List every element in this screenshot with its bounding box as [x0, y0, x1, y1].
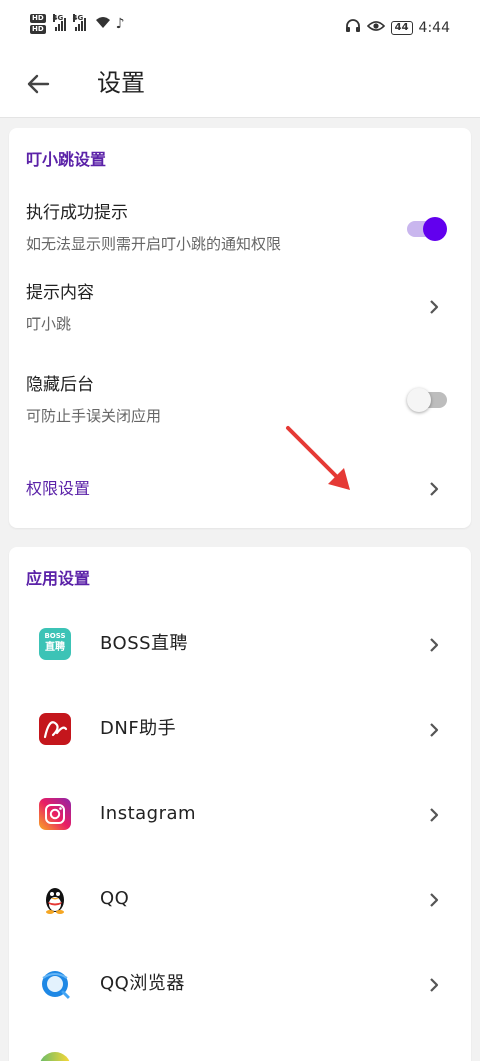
app-row-qq-browser[interactable]: QQ浏览器	[9, 942, 471, 1027]
boss-zhipin-icon: BOSS 直聘	[39, 628, 71, 660]
app-row-instagram[interactable]: Instagram	[9, 772, 471, 857]
chevron-right-icon	[430, 808, 439, 822]
chevron-right-icon	[430, 893, 439, 907]
setting-row-permissions[interactable]: 权限设置	[9, 468, 471, 510]
row-title: 权限设置	[26, 479, 91, 498]
dingxiaotiao-settings-card: 叮小跳设置 执行成功提示 如无法显示则需开启叮小跳的通知权限 提示内容 叮小跳 …	[9, 128, 471, 528]
instagram-icon	[39, 798, 71, 830]
app-row-dnf[interactable]: DNF助手	[9, 687, 471, 772]
back-button[interactable]	[22, 68, 54, 100]
eye-icon	[366, 20, 385, 36]
hide-background-toggle[interactable]	[407, 385, 449, 415]
row-subtitle: 叮小跳	[26, 315, 72, 333]
app-row-qq[interactable]: QQ	[9, 857, 471, 942]
setting-row-tip-content[interactable]: 提示内容 叮小跳	[9, 276, 471, 346]
app-bar: 设置	[0, 56, 480, 118]
app-name: QQ浏览器	[100, 973, 185, 994]
headphones-icon	[345, 18, 361, 38]
app-row-boss[interactable]: BOSS 直聘 BOSS直聘	[9, 602, 471, 687]
next-app-icon-partial	[39, 1052, 71, 1061]
setting-row-success-tip[interactable]: 执行成功提示 如无法显示则需开启叮小跳的通知权限	[9, 196, 471, 266]
app-settings-card: 应用设置 BOSS 直聘 BOSS直聘 DNF助手 Instagram QQ Q…	[9, 547, 471, 1061]
section-title: 叮小跳设置	[26, 150, 107, 169]
status-right: 44 4:44	[345, 18, 450, 38]
arrow-left-icon	[27, 74, 50, 94]
setting-row-hide-background[interactable]: 隐藏后台 可防止手误关闭应用	[9, 368, 471, 438]
success-tip-toggle[interactable]	[407, 214, 449, 244]
music-note-icon: ♪	[115, 16, 125, 32]
annotation-arrow-icon	[286, 426, 350, 490]
hd-icon: HD	[30, 25, 46, 34]
row-subtitle: 如无法显示则需开启叮小跳的通知权限	[26, 235, 282, 253]
chevron-right-icon	[430, 300, 439, 314]
hd-icon: HD	[30, 14, 46, 23]
chevron-right-icon	[430, 723, 439, 737]
battery-icon: 44	[390, 21, 413, 35]
qq-browser-icon	[39, 968, 71, 1000]
status-left: HD HD 4G 4G ♪	[30, 14, 125, 34]
app-name: Instagram	[100, 803, 197, 824]
row-title: 提示内容	[26, 283, 94, 303]
page-title: 设置	[97, 69, 145, 97]
row-title: 隐藏后台	[26, 375, 94, 395]
app-name: DNF助手	[100, 718, 177, 739]
app-name: QQ	[100, 888, 130, 909]
chevron-right-icon	[430, 978, 439, 992]
qq-penguin-icon	[39, 883, 71, 915]
row-title: 执行成功提示	[26, 203, 128, 223]
signal-icon: 4G	[52, 14, 66, 31]
chevron-right-icon	[430, 638, 439, 652]
signal-icon: 4G	[72, 14, 86, 31]
toggle-thumb	[423, 217, 447, 241]
clock: 4:44	[418, 20, 450, 36]
row-subtitle: 可防止手误关闭应用	[26, 407, 162, 425]
dnf-assistant-icon	[39, 713, 71, 745]
chevron-right-icon	[430, 482, 439, 496]
status-bar: HD HD 4G 4G ♪ 44 4:44	[0, 0, 480, 56]
toggle-thumb	[407, 388, 431, 412]
app-name: BOSS直聘	[100, 633, 189, 654]
hd-indicators: HD HD	[30, 14, 46, 34]
wifi-icon	[95, 15, 111, 33]
section-title: 应用设置	[26, 569, 91, 588]
